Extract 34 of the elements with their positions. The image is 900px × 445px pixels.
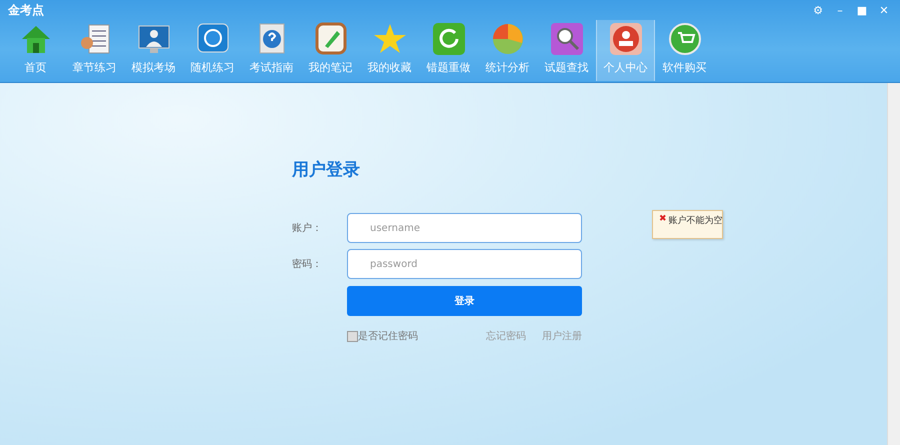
pencil-icon <box>312 21 348 57</box>
toolbar-item[interactable]: 试题查找 <box>537 20 596 81</box>
remember-checkbox[interactable] <box>347 330 358 342</box>
cart-icon <box>666 21 702 57</box>
login-button[interactable]: 登录 <box>347 286 582 316</box>
toolbar-item[interactable]: 模拟考场 <box>124 20 183 81</box>
toolbar-item[interactable]: 章节练习 <box>65 20 124 81</box>
toolbar-item[interactable]: 首页 <box>6 20 65 81</box>
close-button[interactable]: ✕ <box>874 1 894 19</box>
toolbar-item[interactable]: 随机练习 <box>183 20 242 81</box>
toolbar-item[interactable]: 统计分析 <box>478 20 537 81</box>
scrollbar[interactable] <box>887 83 900 445</box>
link[interactable]: 忘记密码 <box>486 329 526 343</box>
login-title: 用户登录 <box>292 159 361 181</box>
input-field[interactable]: password <box>347 249 582 279</box>
field-label: 密码： <box>292 258 323 271</box>
maximize-button[interactable]: ■ <box>852 1 872 19</box>
error-message: 账户不能为空 <box>668 214 723 227</box>
link[interactable]: 用户注册 <box>542 329 582 343</box>
toolbar-item[interactable]: 个人中心 <box>596 20 655 81</box>
checkbox-label: 是否记住密码 <box>358 330 418 343</box>
toolbar-item[interactable]: 错题重做 <box>419 20 478 81</box>
search-icon <box>548 21 584 57</box>
toolbar-item[interactable]: 我的收藏 <box>360 20 419 81</box>
window-title: 金考点 <box>8 2 44 18</box>
input-field[interactable]: username <box>347 213 582 243</box>
toolbar-item[interactable]: 软件购买 <box>655 20 714 81</box>
person-icon <box>608 21 644 57</box>
field-label: 账户： <box>292 222 323 235</box>
toolbar-item[interactable]: 考试指南 <box>242 20 301 81</box>
minimize-button[interactable]: – <box>830 1 850 19</box>
refresh-icon <box>430 21 466 57</box>
toolbar-item[interactable]: 我的笔记 <box>301 20 360 81</box>
error-icon: ✖ <box>659 214 667 224</box>
